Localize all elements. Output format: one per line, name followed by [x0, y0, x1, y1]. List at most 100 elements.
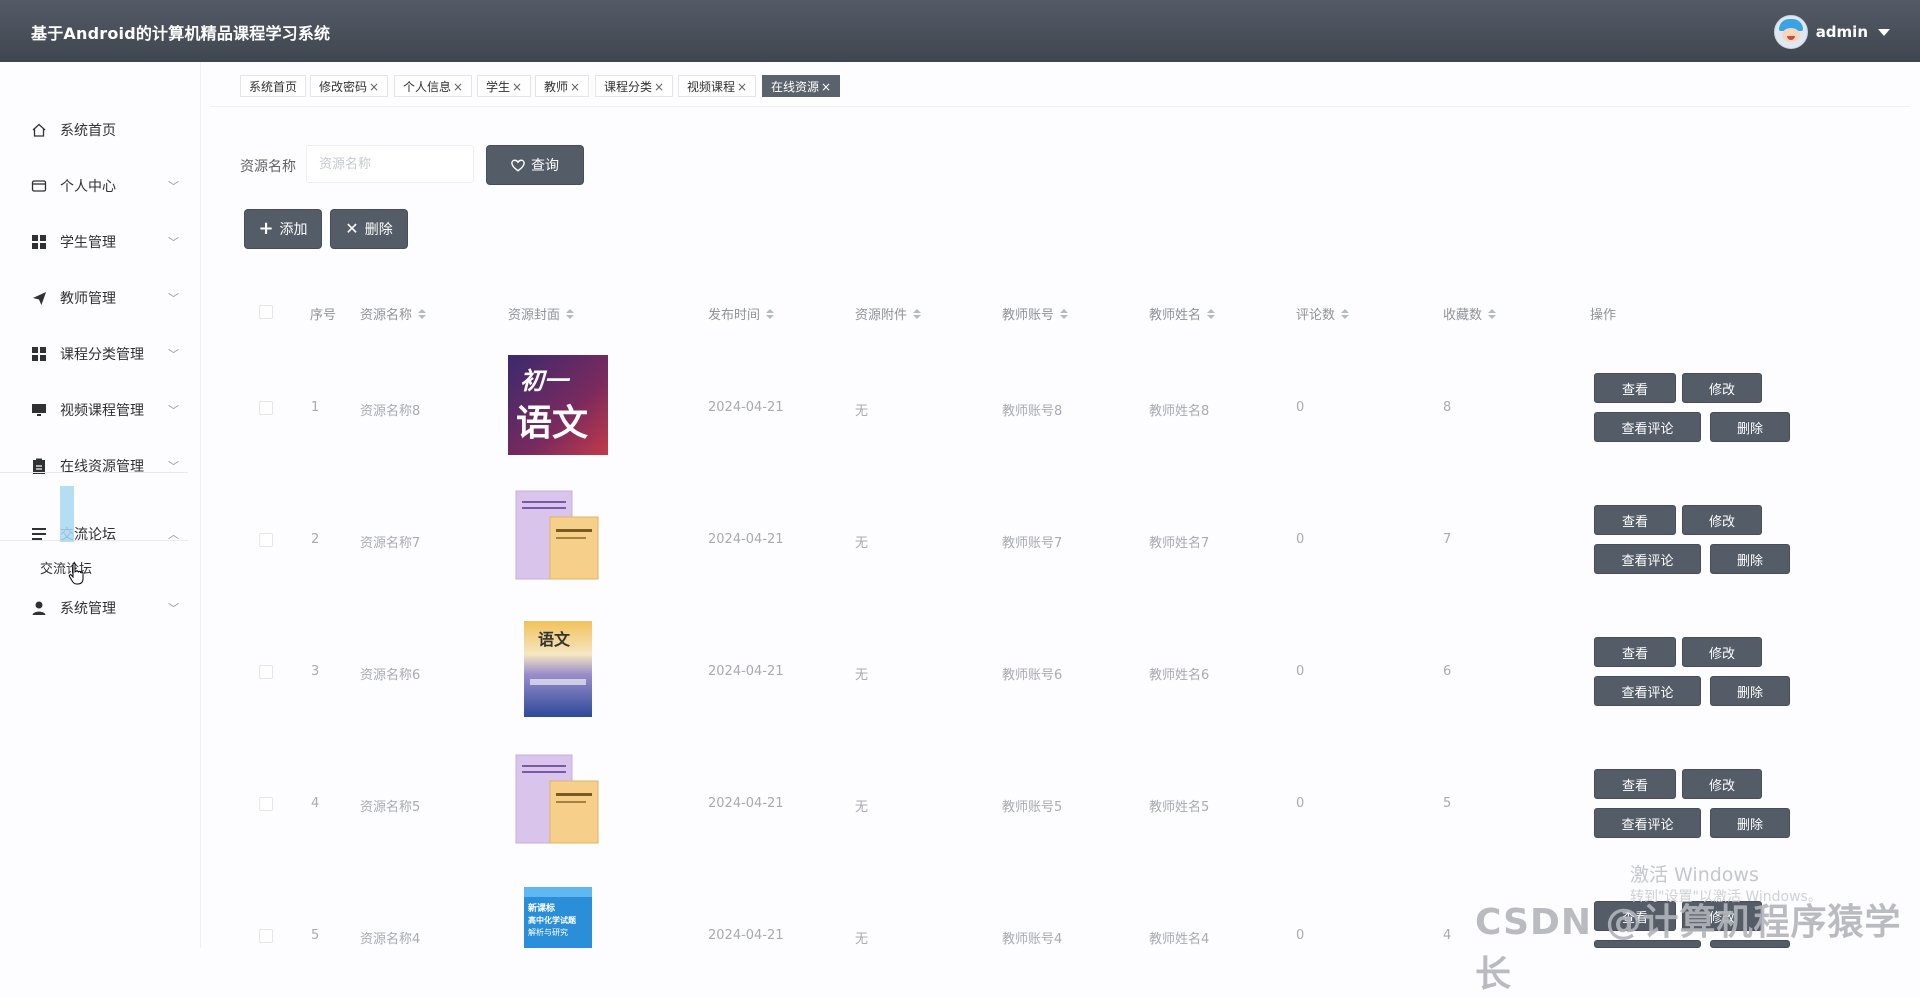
close-icon[interactable]: ×	[737, 80, 747, 94]
cell-teacher-account: 教师账号5	[1002, 800, 1063, 815]
sidebar: 系统首页 个人中心 ﹀ 学生管理 ﹀ 教师管理 ﹀ 课程分类管理 ﹀ 视频课程管…	[0, 62, 201, 948]
cell-name: 资源名称7	[360, 536, 421, 551]
close-icon[interactable]: ×	[570, 80, 580, 94]
username[interactable]: admin	[1816, 23, 1868, 41]
svg-text:语文: 语文	[538, 630, 571, 649]
avatar[interactable]	[1773, 15, 1808, 49]
column-header-teacher-account[interactable]: 教师账号	[1002, 304, 1069, 323]
svg-text:语文: 语文	[516, 403, 588, 444]
sidebar-item-label: 课程分类管理	[60, 347, 144, 363]
cell-teacher-account: 教师账号6	[1002, 668, 1063, 683]
view-button[interactable]: 查看	[1594, 373, 1676, 403]
edit-button[interactable]: 修改	[1682, 373, 1762, 403]
tag-teacher[interactable]: 教师 ×	[535, 75, 590, 97]
search-button[interactable]: 查询	[486, 145, 584, 185]
view-button[interactable]: 查看	[1594, 769, 1676, 799]
cell-comments: 0	[1296, 796, 1305, 811]
delete-button-label: 删除	[364, 222, 393, 238]
row-delete-button[interactable]: 删除	[1710, 412, 1790, 442]
chevron-down-icon: ﹀	[168, 236, 179, 249]
column-header-date[interactable]: 发布时间	[708, 304, 775, 323]
column-header-comments[interactable]: 评论数	[1296, 304, 1350, 323]
sidebar-item-label: 学生管理	[60, 235, 116, 251]
chevron-down-icon: ﹀	[168, 602, 179, 615]
tag-profile[interactable]: 个人信息 ×	[394, 75, 473, 97]
sidebar-item-personal-center[interactable]: 个人中心 ﹀	[0, 166, 200, 206]
sidebar-item-label: 教师管理	[60, 291, 116, 307]
cell-attachment: 无	[855, 932, 869, 947]
sidebar-item-course-categories[interactable]: 课程分类管理 ﹀	[0, 334, 200, 374]
cell-index: 2	[311, 532, 320, 547]
row-checkbox[interactable]	[259, 401, 273, 415]
cell-name: 资源名称8	[360, 404, 421, 419]
close-icon[interactable]: ×	[654, 80, 664, 94]
sidebar-item-teachers[interactable]: 教师管理 ﹀	[0, 278, 200, 318]
cell-date: 2024-04-21	[708, 928, 784, 943]
column-header-cover[interactable]: 资源封面	[508, 304, 575, 323]
resource-cover-image	[515, 754, 599, 844]
cell-index: 3	[311, 664, 320, 679]
svg-text:新课标: 新课标	[528, 902, 555, 914]
row-checkbox[interactable]	[259, 533, 273, 547]
sidebar-item-system[interactable]: 系统管理 ﹀	[0, 588, 200, 628]
select-all-checkbox[interactable]	[259, 305, 273, 319]
tag-online-resource[interactable]: 在线资源 ×	[762, 75, 841, 97]
chevron-down-icon: ﹀	[168, 292, 179, 305]
cell-teacher-account: 教师账号4	[1002, 932, 1063, 947]
add-button[interactable]: + 添加	[244, 209, 322, 249]
sidebar-item-students[interactable]: 学生管理 ﹀	[0, 222, 200, 262]
tag-home[interactable]: 系统首页	[240, 75, 307, 97]
close-icon[interactable]: ×	[512, 80, 522, 94]
view-comments-button[interactable]: 查看评论	[1594, 808, 1701, 838]
sidebar-item-video-courses[interactable]: 视频课程管理 ﹀	[0, 390, 200, 430]
edit-button[interactable]: 修改	[1682, 637, 1762, 667]
edit-button[interactable]: 修改	[1682, 769, 1762, 799]
view-comments-button[interactable]: 查看评论	[1594, 412, 1701, 442]
tag-student[interactable]: 学生 ×	[477, 75, 532, 97]
sidebar-item-online-resources[interactable]: 在线资源管理 ﹀	[0, 446, 200, 486]
cell-attachment: 无	[855, 536, 869, 551]
sidebar-item-home[interactable]: 系统首页	[0, 110, 200, 150]
cell-teacher-name: 教师姓名8	[1149, 404, 1210, 419]
chevron-down-icon: ﹀	[168, 180, 179, 193]
sidebar-item-forum[interactable]: 交流论坛 ︿	[0, 514, 200, 554]
tag-change-password[interactable]: 修改密码 ×	[310, 75, 389, 97]
sidebar-item-label: 在线资源管理	[60, 459, 144, 475]
view-button[interactable]: 查看	[1594, 637, 1676, 667]
close-icon[interactable]: ×	[453, 80, 463, 94]
delete-button[interactable]: ✕ 删除	[330, 209, 408, 249]
row-delete-button[interactable]: 删除	[1710, 544, 1790, 574]
chevron-down-icon: ﹀	[168, 404, 179, 417]
svg-text:高中化学试题: 高中化学试题	[528, 915, 577, 925]
cell-name: 资源名称5	[360, 800, 421, 815]
tag-video-course[interactable]: 视频课程 ×	[678, 75, 757, 97]
row-delete-button[interactable]: 删除	[1710, 808, 1790, 838]
column-header-teacher-name[interactable]: 教师姓名	[1149, 304, 1216, 323]
close-icon[interactable]: ×	[369, 80, 379, 94]
cell-comments: 0	[1296, 532, 1305, 547]
row-checkbox[interactable]	[259, 665, 273, 679]
cell-index: 4	[311, 796, 320, 811]
tag-course-category[interactable]: 课程分类 ×	[595, 75, 674, 97]
view-button[interactable]: 查看	[1594, 505, 1676, 535]
caret-down-icon[interactable]	[1878, 28, 1890, 36]
grid-icon	[31, 234, 47, 250]
close-icon[interactable]: ×	[821, 80, 831, 94]
row-delete-button[interactable]: 删除	[1710, 676, 1790, 706]
row-checkbox[interactable]	[259, 929, 273, 943]
sidebar-item-label: 系统管理	[60, 601, 116, 617]
column-header-name[interactable]: 资源名称	[360, 304, 427, 323]
cell-teacher-name: 教师姓名6	[1149, 668, 1210, 683]
view-comments-button[interactable]: 查看评论	[1594, 676, 1701, 706]
resource-name-input[interactable]	[306, 145, 474, 183]
edit-button[interactable]: 修改	[1682, 505, 1762, 535]
view-comments-button[interactable]: 查看评论	[1594, 544, 1701, 574]
cell-teacher-name: 教师姓名4	[1149, 932, 1210, 947]
monitor-icon	[31, 402, 47, 418]
user-menu[interactable]: admin	[1773, 15, 1890, 49]
column-header-favorites[interactable]: 收藏数	[1443, 304, 1497, 323]
column-header-attachment[interactable]: 资源附件	[855, 304, 922, 323]
cell-date: 2024-04-21	[708, 664, 784, 679]
row-checkbox[interactable]	[259, 797, 273, 811]
close-icon: ✕	[345, 219, 359, 238]
